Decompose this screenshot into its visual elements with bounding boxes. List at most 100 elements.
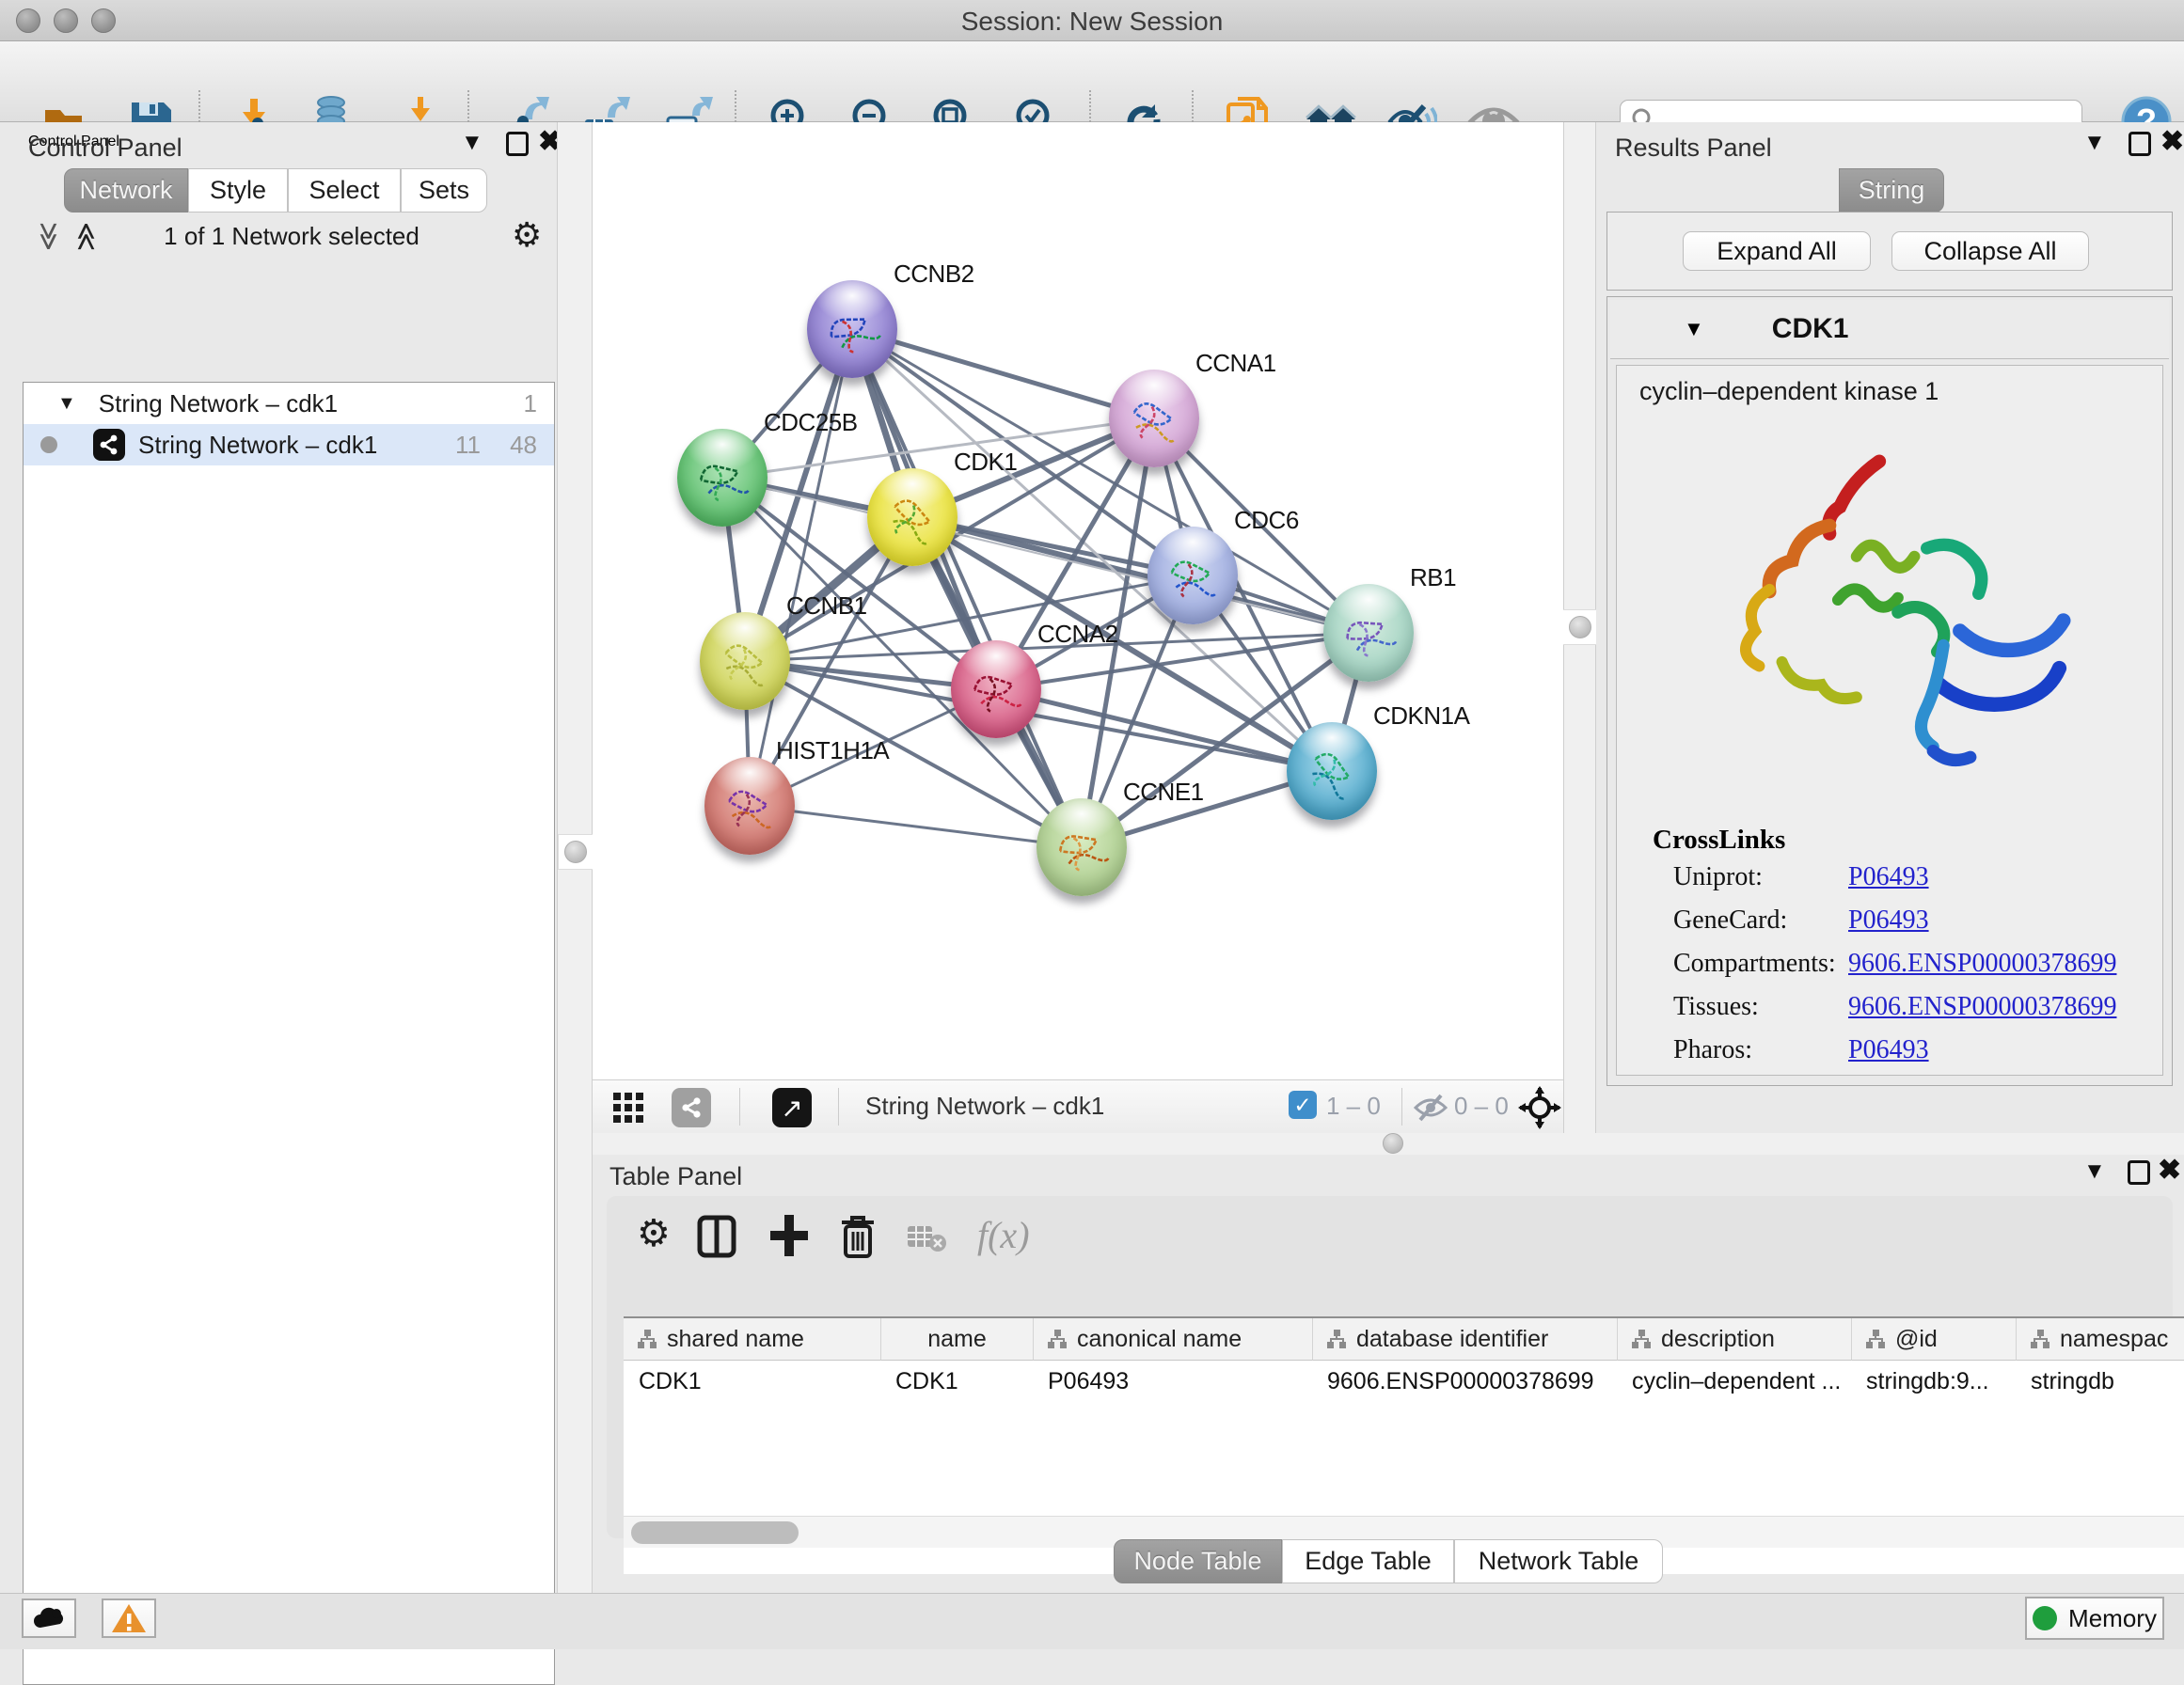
results-panel-float-icon[interactable]: [2129, 132, 2151, 156]
network-options-gear-icon[interactable]: ⚙: [512, 218, 542, 252]
column-header-id[interactable]: @id: [1851, 1318, 2016, 1361]
table-cell[interactable]: stringdb:9...: [1851, 1361, 2016, 1402]
show-columns-icon[interactable]: [697, 1215, 736, 1263]
collapse-all-icon[interactable]: ≫: [32, 222, 65, 251]
tab-node-table[interactable]: Node Table: [1114, 1539, 1282, 1583]
network-node-CCNA2[interactable]: [951, 640, 1041, 738]
selected-checkbox-icon[interactable]: ✓: [1289, 1091, 1317, 1119]
column-header-description[interactable]: description: [1617, 1318, 1851, 1361]
memory-button[interactable]: Memory: [2025, 1597, 2164, 1640]
table-panel-menu-icon[interactable]: ▼: [2083, 1158, 2106, 1185]
results-entry-header[interactable]: ▼ CDK1: [1610, 300, 2169, 359]
string-view-icon[interactable]: [672, 1088, 711, 1127]
node-label-CCNB1: CCNB1: [786, 591, 867, 621]
crosslink-label: Pharos:: [1673, 1035, 1752, 1065]
crosslink-uniprot-link[interactable]: P06493: [1848, 862, 1929, 892]
results-panel-menu-icon[interactable]: ▼: [2083, 130, 2106, 156]
crosslink-compartments-link[interactable]: 9606.ENSP00000378699: [1848, 949, 2116, 979]
delete-table-icon[interactable]: [906, 1222, 947, 1257]
grid-view-icon[interactable]: [611, 1091, 645, 1129]
tab-string[interactable]: String: [1839, 168, 1944, 213]
column-header-name[interactable]: name: [880, 1318, 1033, 1361]
table-panel-float-icon[interactable]: [2128, 1160, 2150, 1185]
network-node-CCNB1[interactable]: [700, 612, 790, 710]
results-entry-body: cyclin–dependent kinase 1 CrossLinks Uni…: [1616, 365, 2163, 1076]
hidden-count: 0 – 0: [1454, 1092, 1509, 1121]
network-tree: ▼ String Network – cdk1 1 String Network…: [23, 382, 555, 1685]
entry-collapse-icon[interactable]: ▼: [1684, 317, 1704, 341]
node-label-CCNE1: CCNE1: [1123, 778, 1204, 807]
tab-select[interactable]: Select: [288, 168, 401, 213]
collection-count: 1: [524, 389, 537, 418]
network-edge[interactable]: [852, 329, 1154, 418]
column-header-database-identifier[interactable]: database identifier: [1312, 1318, 1617, 1361]
network-node-CDC25B[interactable]: [677, 429, 768, 527]
right-splitter[interactable]: [1563, 122, 1596, 1133]
table-panel-close-icon[interactable]: ✖: [2158, 1158, 2181, 1183]
column-header-namespace[interactable]: namespac: [2016, 1318, 2184, 1361]
network-edge[interactable]: [750, 806, 1082, 847]
tab-edge-table[interactable]: Edge Table: [1282, 1539, 1454, 1583]
view-toolbar-separator: [739, 1088, 740, 1126]
network-node-CCNE1[interactable]: [1037, 798, 1127, 896]
function-builder-icon[interactable]: f(x): [977, 1213, 1030, 1257]
crosslink-label: Uniprot:: [1673, 862, 1763, 892]
right-splitter-handle[interactable]: [1562, 609, 1598, 645]
collapse-all-button[interactable]: Collapse All: [1891, 231, 2089, 271]
table-cell[interactable]: CDK1: [880, 1361, 1033, 1402]
network-node-CCNA1[interactable]: [1109, 370, 1199, 467]
node-label-CCNA1: CCNA1: [1195, 349, 1276, 378]
control-panel-float-icon[interactable]: [506, 132, 529, 156]
crosslink-genecard-link[interactable]: P06493: [1848, 905, 1929, 936]
tab-sets[interactable]: Sets: [401, 168, 487, 213]
network-node-CDC6[interactable]: [1147, 527, 1238, 624]
node-label-CCNB2: CCNB2: [894, 260, 974, 289]
table-cell[interactable]: stringdb: [2016, 1361, 2184, 1402]
results-panel: Results Panel ▼ ✖ String Expand All Coll…: [1596, 122, 2184, 1133]
cloud-icon: [30, 1605, 68, 1631]
tree-expand-icon[interactable]: ▼: [57, 393, 76, 415]
crosslink-tissues-link[interactable]: 9606.ENSP00000378699: [1848, 992, 2116, 1022]
table-cell[interactable]: P06493: [1033, 1361, 1312, 1402]
network-canvas[interactable]: CCNB2CCNA1CDC25BCDK1CDC6RB1CCNB1CCNA2CDK…: [593, 122, 1563, 1079]
entry-gene-name: CDK1: [1772, 313, 1849, 345]
expand-all-icon[interactable]: ≫: [70, 222, 103, 251]
tab-network-table[interactable]: Network Table: [1454, 1539, 1663, 1583]
network-node-CCNB2[interactable]: [807, 280, 897, 378]
tab-style[interactable]: Style: [188, 168, 288, 213]
bottom-splitter-handle[interactable]: [1383, 1133, 1403, 1154]
left-splitter[interactable]: [557, 122, 593, 1593]
control-panel-menu-icon[interactable]: ▼: [461, 130, 483, 156]
network-collection-row[interactable]: ▼ String Network – cdk1 1: [24, 383, 554, 424]
network-row-selected[interactable]: String Network – cdk1 11 48: [24, 424, 554, 465]
network-node-CDK1[interactable]: [867, 468, 957, 566]
crosslink-pharos-link[interactable]: P06493: [1848, 1035, 1929, 1065]
add-column-icon[interactable]: [768, 1213, 810, 1263]
table-options-gear-icon[interactable]: ⚙: [637, 1217, 671, 1251]
table-tabs: Node Table Edge Table Network Table: [1114, 1539, 1663, 1583]
network-edge[interactable]: [852, 329, 1082, 847]
table-cell[interactable]: 9606.ENSP00000378699: [1312, 1361, 1617, 1402]
birdseye-view-icon[interactable]: ↗: [772, 1088, 812, 1127]
table-cell[interactable]: CDK1: [624, 1361, 880, 1402]
cloud-status-button[interactable]: [22, 1598, 76, 1638]
column-header-shared-name[interactable]: shared name: [624, 1318, 880, 1361]
network-node-RB1[interactable]: [1323, 584, 1414, 682]
column-type-icon: [2030, 1329, 2050, 1349]
network-node-HIST1H1A[interactable]: [704, 757, 795, 855]
expand-all-button[interactable]: Expand All: [1683, 231, 1871, 271]
network-node-CDKN1A[interactable]: [1287, 722, 1377, 820]
table-cell[interactable]: cyclin–dependent ...: [1617, 1361, 1851, 1402]
column-header-canonical-name[interactable]: canonical name: [1033, 1318, 1312, 1361]
bottom-splitter[interactable]: [593, 1133, 2184, 1155]
delete-column-icon[interactable]: [838, 1213, 878, 1265]
left-splitter-handle[interactable]: [558, 834, 593, 870]
tab-network[interactable]: Network: [64, 168, 188, 213]
warnings-button[interactable]: [102, 1598, 156, 1638]
pan-crosshair-icon[interactable]: [1518, 1086, 1561, 1134]
hidden-eye-icon[interactable]: [1413, 1093, 1448, 1127]
table-scrollbar-thumb[interactable]: [631, 1521, 799, 1544]
results-panel-close-icon[interactable]: ✖: [2160, 130, 2184, 154]
node-label-HIST1H1A: HIST1H1A: [776, 736, 889, 765]
network-label: String Network – cdk1: [138, 431, 377, 460]
